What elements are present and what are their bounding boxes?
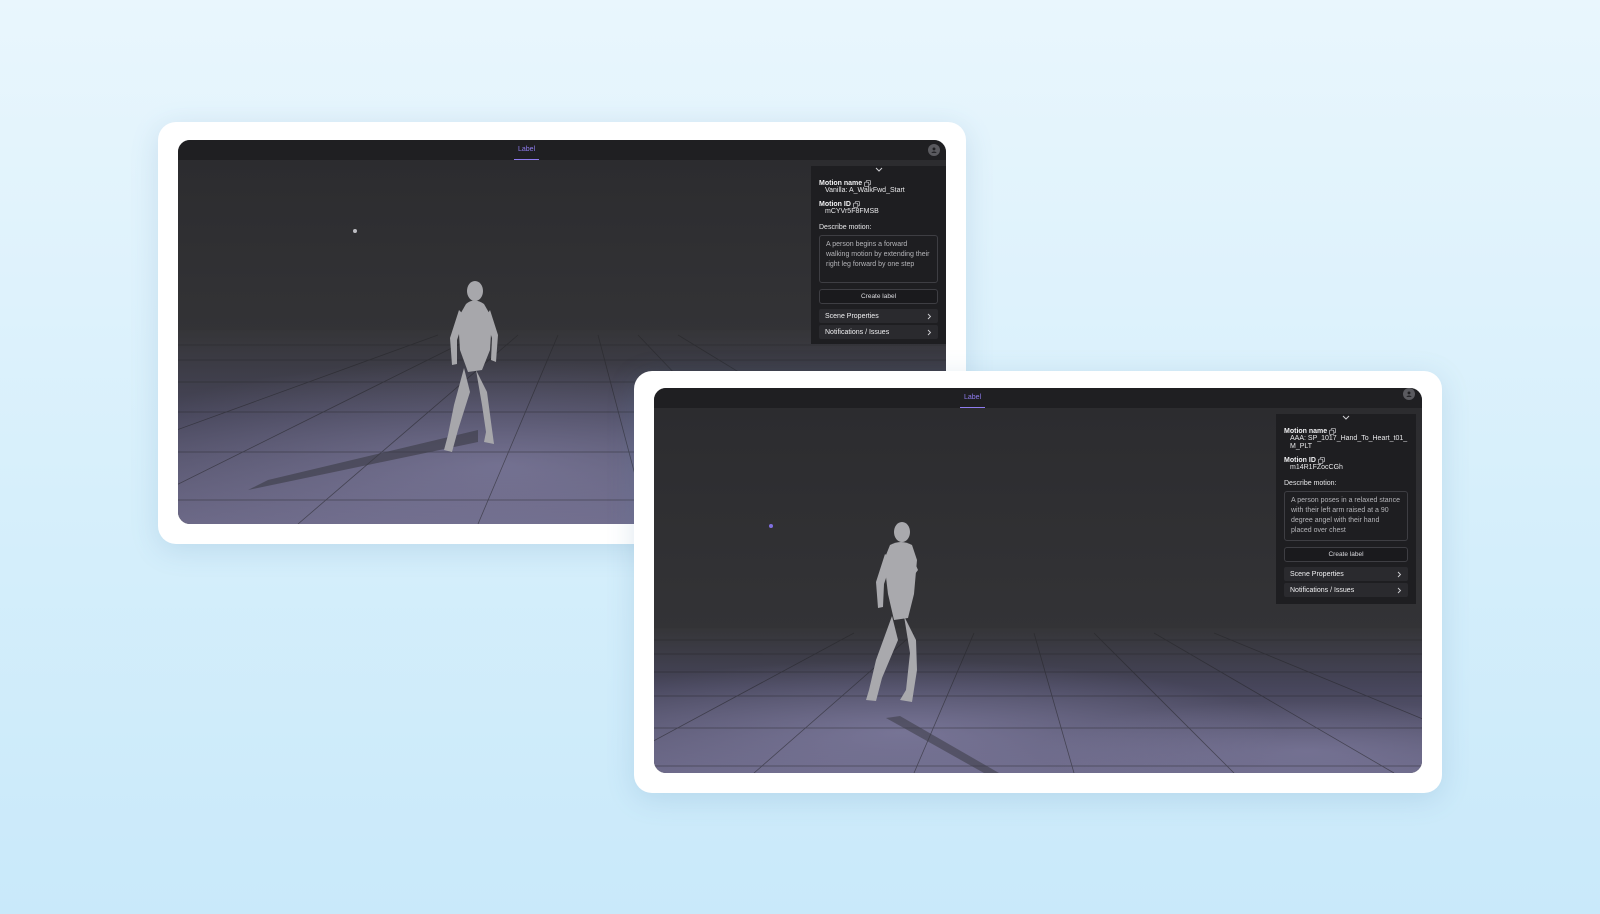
chevron-right-icon	[927, 329, 932, 335]
scene-properties-accordion[interactable]: Scene Properties	[1284, 567, 1408, 581]
tab-label[interactable]: Label	[514, 140, 540, 160]
scene-properties-label: Scene Properties	[825, 312, 879, 320]
copy-icon[interactable]	[852, 201, 860, 208]
create-label-button[interactable]: Create label	[1284, 547, 1408, 562]
describe-motion-label: Describe motion:	[1284, 480, 1337, 487]
label-panel: Motion name AAA: SP_1017_Hand_To_Heart_t…	[1276, 414, 1416, 604]
notifications-accordion[interactable]: Notifications / Issues	[1284, 583, 1408, 597]
chevron-down-icon[interactable]	[874, 166, 884, 174]
user-avatar[interactable]	[928, 144, 940, 156]
chevron-right-icon	[927, 313, 932, 319]
motion-id-heading: Motion ID	[1284, 457, 1408, 464]
motion-name-value: Vanilla: A_WalkFwd_Start	[825, 187, 905, 194]
tab-label[interactable]: Label	[960, 388, 986, 408]
chevron-down-icon[interactable]	[1341, 414, 1351, 422]
motion-name-label: Motion name	[819, 180, 863, 187]
user-icon	[931, 147, 937, 153]
copy-icon[interactable]	[1317, 457, 1325, 464]
motion-id-value: m14R1FZocCGh	[1290, 464, 1343, 471]
app-window: Label	[654, 388, 1422, 773]
motion-description-field[interactable]: A person begins a forward walking motion…	[819, 235, 938, 283]
scene-properties-label: Scene Properties	[1290, 570, 1344, 578]
copy-icon[interactable]	[1329, 428, 1337, 435]
motion-description-field[interactable]: A person poses in a relaxed stance with …	[1284, 491, 1408, 541]
user-icon	[1406, 391, 1412, 397]
motion-name-value: AAA: SP_1017_Hand_To_Heart_t01_M_PLT	[1290, 435, 1408, 450]
motion-id-heading: Motion ID	[819, 201, 938, 208]
notifications-label: Notifications / Issues	[1290, 586, 1355, 594]
scene-properties-accordion[interactable]: Scene Properties	[819, 309, 938, 323]
chevron-right-icon	[1397, 571, 1402, 577]
motion-id-label: Motion ID	[819, 201, 851, 208]
label-panel: Motion name Vanilla: A_WalkFwd_Start Mot…	[811, 166, 946, 344]
top-bar: Label	[654, 388, 1422, 408]
motion-name-heading: Motion name	[819, 180, 938, 187]
notifications-accordion[interactable]: Notifications / Issues	[819, 325, 938, 339]
user-avatar[interactable]	[1403, 388, 1415, 400]
top-bar: Label	[178, 140, 946, 160]
chevron-right-icon	[1397, 587, 1402, 593]
motion-id-value: mCYVr5F8FMSB	[825, 208, 879, 215]
screenshot-card-hand-to-heart: Label Motion name AAA: SP_1017_Hand_To_H…	[634, 371, 1442, 793]
notifications-label: Notifications / Issues	[825, 328, 890, 336]
motion-id-label: Motion ID	[1284, 457, 1316, 464]
describe-motion-label: Describe motion:	[819, 224, 872, 231]
motion-name-label: Motion name	[1284, 428, 1328, 435]
create-label-button[interactable]: Create label	[819, 289, 938, 304]
copy-icon[interactable]	[864, 180, 872, 187]
motion-name-heading: Motion name	[1284, 428, 1408, 435]
